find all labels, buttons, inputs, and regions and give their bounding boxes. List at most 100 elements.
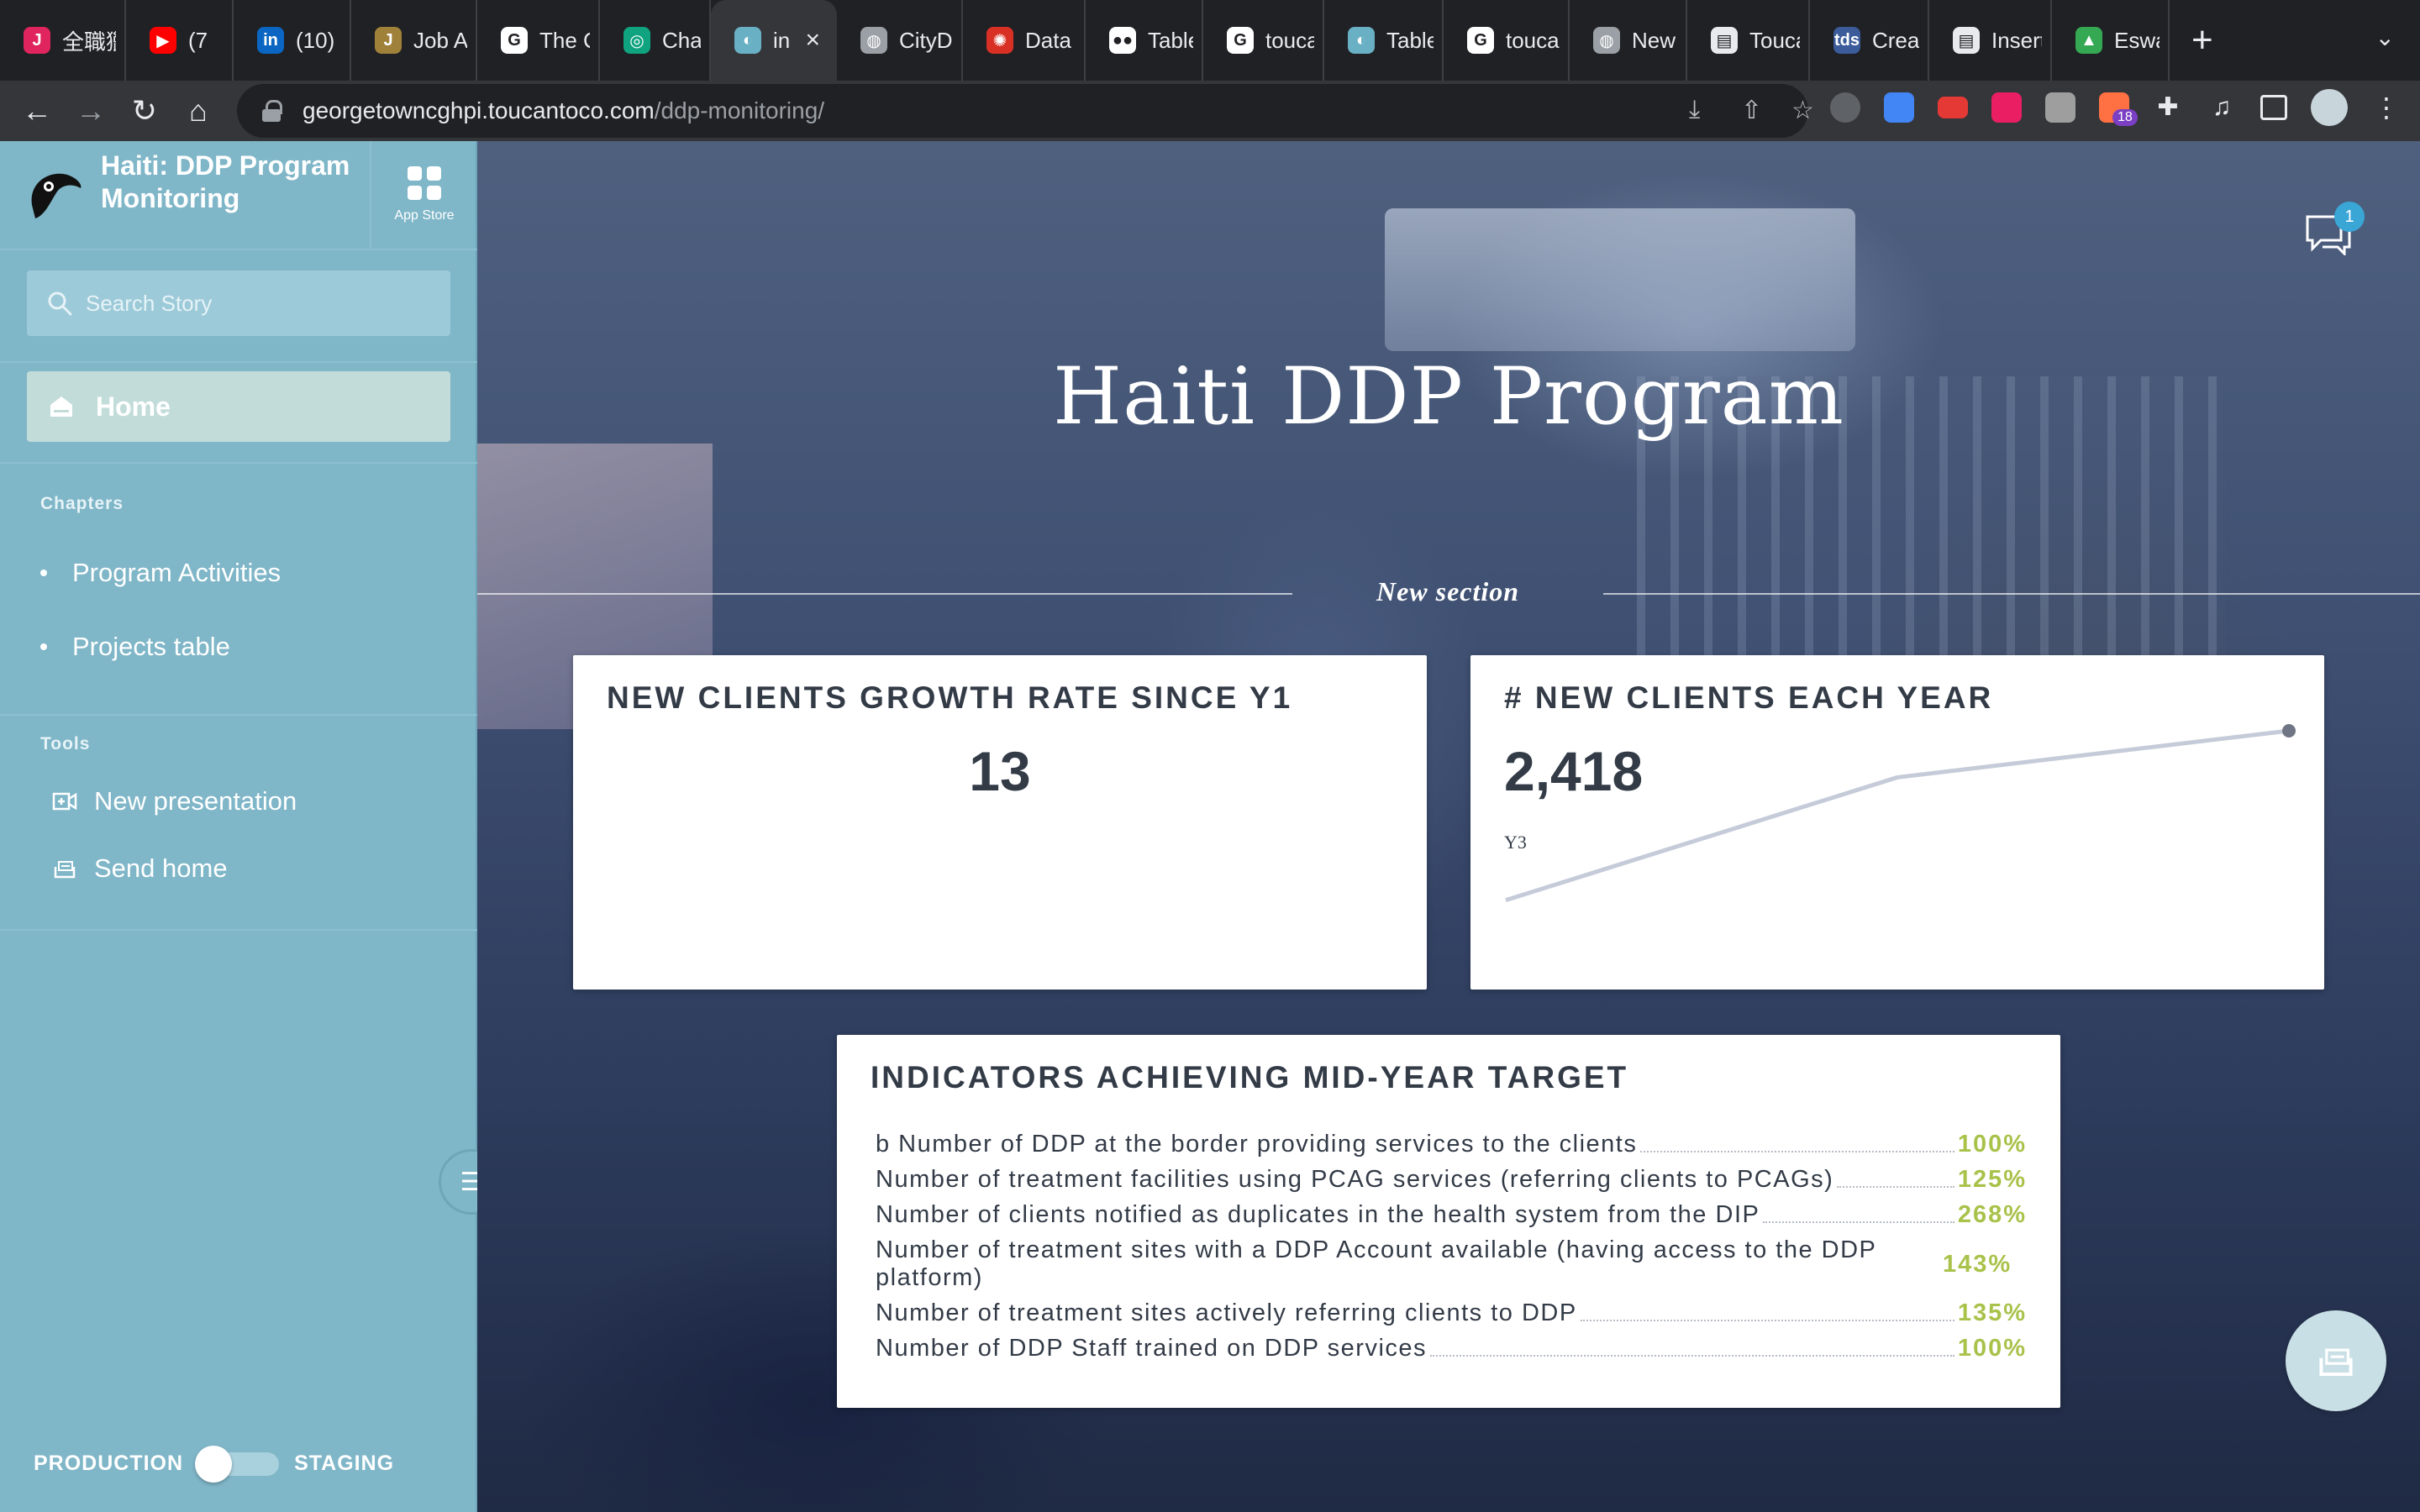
environment-toggle[interactable]: PRODUCTION STAGING bbox=[34, 1445, 394, 1483]
browser-tab[interactable]: ▲ Eswat bbox=[2052, 0, 2170, 81]
tab-label: Touca bbox=[1749, 27, 1800, 53]
url-host: georgetowncghpi.toucantoco.com bbox=[302, 97, 655, 123]
tab-label: touca bbox=[1265, 27, 1314, 53]
browser-tab[interactable]: ✺ Data bbox=[963, 0, 1086, 81]
app-store-button[interactable]: App Store bbox=[370, 141, 477, 249]
toggle-switch[interactable] bbox=[195, 1445, 280, 1483]
forward-button[interactable]: → bbox=[64, 84, 118, 138]
new-tab-button[interactable]: + bbox=[2170, 0, 2235, 81]
tab-favicon-icon: J bbox=[375, 27, 402, 54]
tab-favicon-icon: ▤ bbox=[1953, 27, 1980, 54]
tab-favicon-icon: ✺ bbox=[986, 27, 1013, 54]
extension-toucan-icon[interactable] bbox=[1830, 92, 1860, 123]
extension-translate-icon[interactable] bbox=[1884, 92, 1914, 123]
sparkline-last-point bbox=[2282, 724, 2296, 738]
sidebar-item-program-activities[interactable]: Program Activities bbox=[40, 558, 281, 588]
browser-tab[interactable]: G The C bbox=[477, 0, 600, 81]
tab-label: (10) N bbox=[296, 27, 341, 53]
reload-button[interactable]: ↻ bbox=[118, 84, 171, 138]
extensions-puzzle-icon[interactable]: ✚ bbox=[2153, 92, 2183, 123]
tab-label: in bbox=[773, 27, 791, 53]
browser-tab[interactable]: ◐ Table bbox=[1324, 0, 1444, 81]
extension-note-icon[interactable] bbox=[2045, 92, 2075, 123]
side-panel-icon[interactable] bbox=[2260, 95, 2287, 120]
indicator-percent: 135% bbox=[1957, 1299, 2027, 1326]
browser-tab[interactable]: ▤ Insert bbox=[1929, 0, 2052, 81]
install-app-icon[interactable]: ⤓ bbox=[1689, 96, 1700, 124]
card-title: INDICATORS ACHIEVING MID-YEAR TARGET bbox=[871, 1060, 1629, 1095]
browser-tab[interactable]: J Job A bbox=[351, 0, 477, 81]
browser-tab-bar: J全職獵▶(7in(10) NJJob AGThe C◎ChatG◐in×◍Ci… bbox=[0, 0, 2420, 81]
bullet-icon bbox=[40, 570, 47, 576]
send-home-button[interactable]: Send home bbox=[52, 853, 228, 884]
tab-favicon-icon: ●● bbox=[1109, 27, 1136, 54]
browser-tab[interactable]: ◍ New bbox=[1570, 0, 1687, 81]
browser-tab[interactable]: in (10) N bbox=[234, 0, 351, 81]
browser-tab[interactable]: tds Creat bbox=[1810, 0, 1929, 81]
browser-menu-icon[interactable]: ⋮ bbox=[2371, 92, 2402, 123]
dotted-leader bbox=[1837, 1186, 1954, 1188]
sidebar-divider bbox=[0, 249, 477, 250]
search-story[interactable] bbox=[27, 270, 450, 336]
browser-tab[interactable]: ●● Table bbox=[1086, 0, 1203, 81]
tab-favicon-icon: in bbox=[257, 27, 284, 54]
new-presentation-button[interactable]: New presentation bbox=[52, 786, 297, 816]
tool-label: New presentation bbox=[94, 786, 297, 816]
tab-favicon-icon: ◎ bbox=[623, 27, 650, 54]
sidebar-item-home[interactable]: Home bbox=[27, 371, 450, 442]
indicators-card[interactable]: INDICATORS ACHIEVING MID-YEAR TARGET b N… bbox=[837, 1035, 2060, 1408]
sidebar-divider bbox=[0, 462, 477, 464]
indicator-row: Number of treatment sites actively refer… bbox=[876, 1299, 2027, 1327]
home-button[interactable]: ⌂ bbox=[171, 84, 225, 138]
extension-badge-count: 18 bbox=[2112, 109, 2138, 126]
indicator-list: b Number of DDP at the border providing … bbox=[876, 1131, 2027, 1370]
indicator-percent: 125% bbox=[1957, 1166, 2027, 1193]
indicator-row: Number of DDP Staff trained on DDP servi… bbox=[876, 1335, 2027, 1362]
browser-tab[interactable]: ▶ (7 bbox=[126, 0, 234, 81]
kpi-card-new-clients[interactable]: # NEW CLIENTS EACH YEAR 2,418 Y3 bbox=[1470, 655, 2324, 990]
section-divider bbox=[477, 593, 1292, 595]
tab-label: 全職獵 bbox=[62, 29, 116, 55]
browser-tab[interactable]: Gtouca bbox=[1444, 0, 1570, 81]
browser-tab[interactable]: ◎ ChatG bbox=[600, 0, 711, 81]
browser-tab[interactable]: ◍ CityD bbox=[837, 0, 963, 81]
kpi-card-growth-rate[interactable]: NEW CLIENTS GROWTH RATE SINCE Y1 13 bbox=[573, 655, 1427, 990]
toggle-knob[interactable] bbox=[195, 1445, 233, 1483]
share-icon[interactable]: ⇧ bbox=[1741, 96, 1762, 125]
indicator-label: Number of clients notified as duplicates… bbox=[876, 1201, 1760, 1228]
tool-label: Send home bbox=[94, 853, 228, 883]
extension-video-icon[interactable] bbox=[1938, 97, 1968, 118]
browser-tab[interactable]: ◐ in × bbox=[711, 0, 837, 81]
browser-tab[interactable]: Gtouca bbox=[1203, 0, 1324, 81]
send-home-icon bbox=[2319, 1348, 2353, 1376]
send-home-icon bbox=[54, 861, 76, 879]
indicator-label: b Number of DDP at the border providing … bbox=[876, 1131, 1638, 1158]
lock-icon[interactable] bbox=[262, 100, 282, 122]
tab-favicon-icon: tds bbox=[1833, 27, 1860, 54]
tab-label: The C bbox=[539, 27, 590, 53]
toucan-logo-icon[interactable] bbox=[25, 166, 84, 225]
comment-count-badge: 1 bbox=[2334, 202, 2365, 232]
close-tab-icon[interactable]: × bbox=[797, 26, 829, 55]
sidebar-item-label: Home bbox=[96, 391, 171, 422]
tools-heading: Tools bbox=[40, 734, 91, 753]
sidebar-item-projects-table[interactable]: Projects table bbox=[40, 632, 230, 662]
bookmark-star-icon[interactable]: ☆ bbox=[1791, 96, 1814, 125]
browser-tab[interactable]: J 全職獵 bbox=[0, 0, 126, 81]
browser-tab[interactable]: ▤ Touca bbox=[1687, 0, 1810, 81]
tab-favicon-icon: G bbox=[501, 27, 528, 54]
address-bar[interactable]: georgetowncghpi.toucantoco.com/ddp-monit… bbox=[237, 84, 1814, 138]
tab-search-chevron-icon[interactable]: ⌄ bbox=[2375, 24, 2395, 51]
search-input[interactable] bbox=[86, 290, 439, 317]
indicator-row: Number of clients notified as duplicates… bbox=[876, 1201, 2027, 1229]
extension-dictionary-icon[interactable] bbox=[1991, 92, 2022, 123]
send-home-fab[interactable] bbox=[2286, 1310, 2386, 1411]
dotted-leader bbox=[1763, 1221, 1954, 1223]
profile-avatar[interactable] bbox=[2311, 89, 2348, 126]
media-control-icon[interactable]: ♫ bbox=[2207, 92, 2237, 123]
kpi-value: 13 bbox=[969, 740, 1031, 802]
indicator-label: Number of treatment sites actively refer… bbox=[876, 1299, 1577, 1326]
back-button[interactable]: ← bbox=[10, 84, 64, 138]
kpi-period-label: Y3 bbox=[1504, 832, 1527, 853]
tab-favicon-icon: G bbox=[1467, 27, 1494, 54]
